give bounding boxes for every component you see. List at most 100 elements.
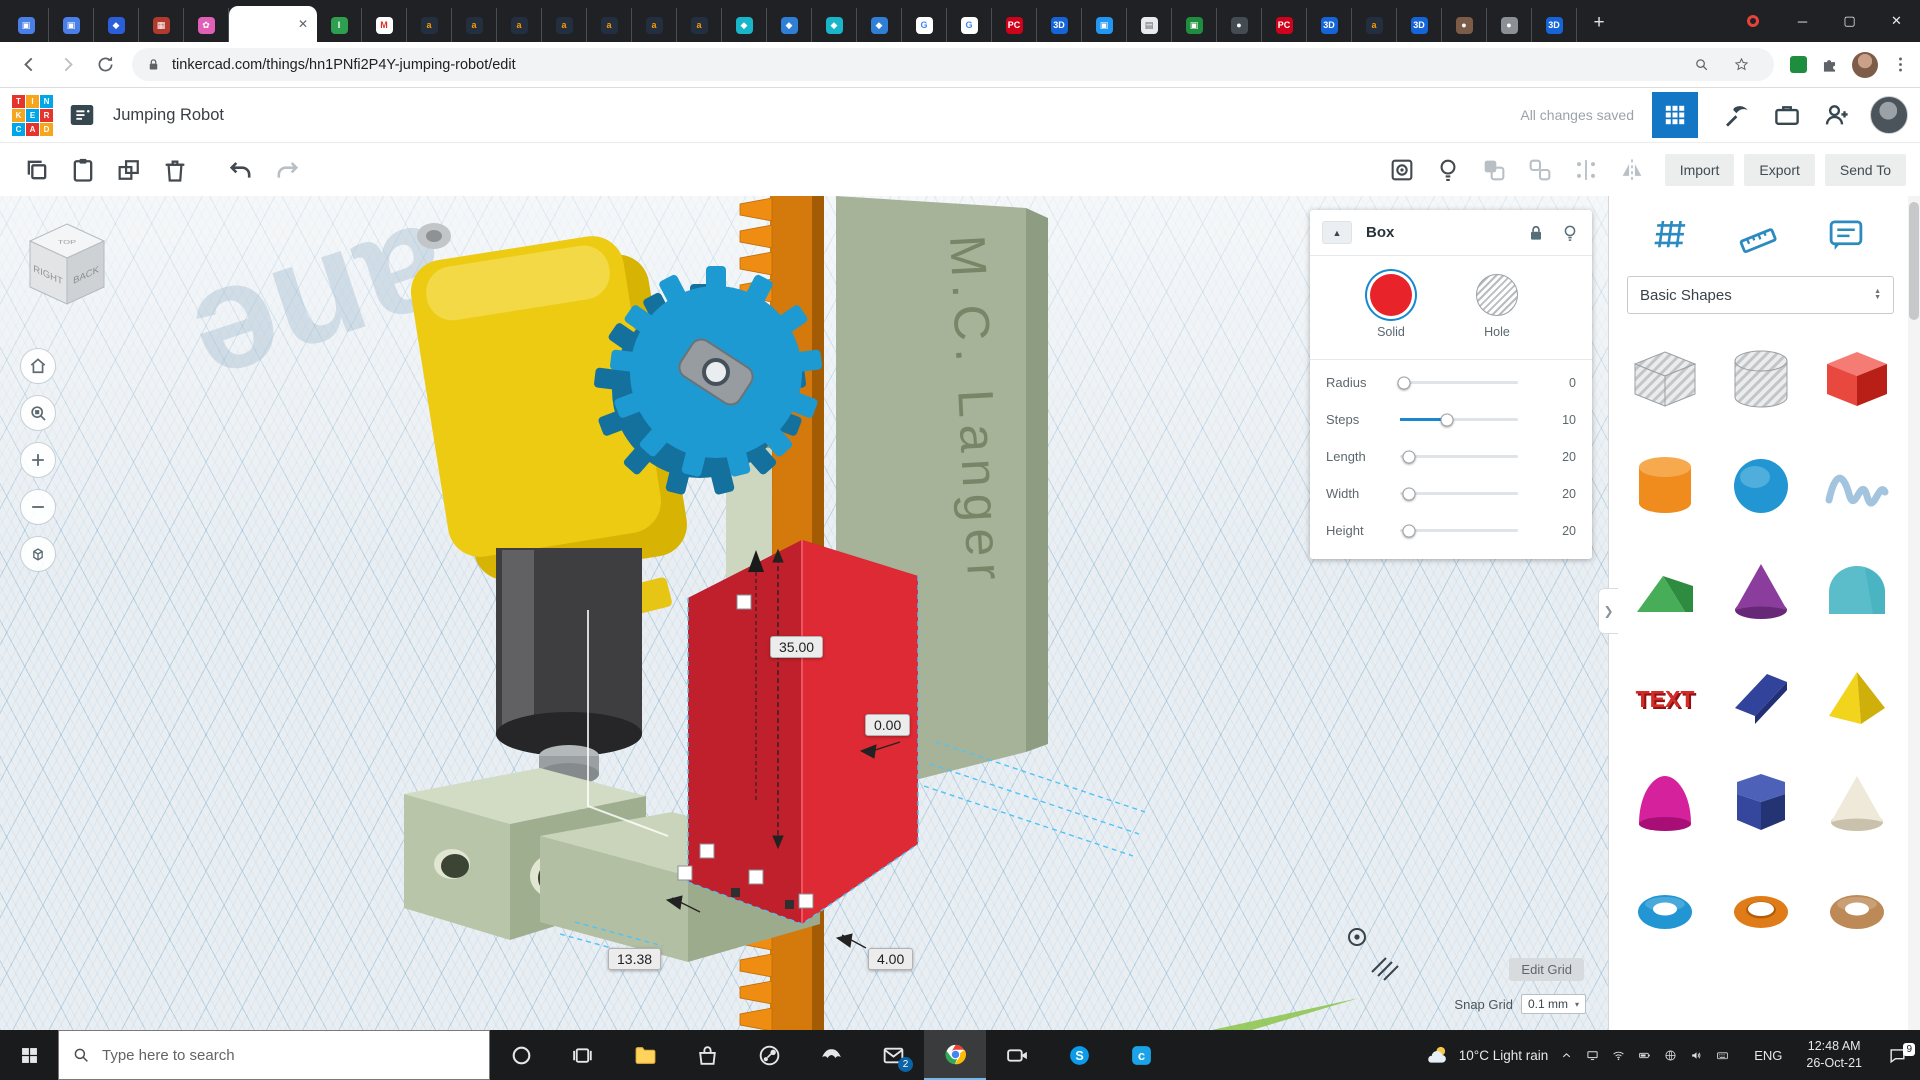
extension-icon[interactable] [1790, 56, 1807, 73]
design-title[interactable]: Jumping Robot [113, 106, 224, 125]
browser-tab[interactable]: ◆ [767, 8, 812, 42]
browser-tab[interactable]: G [902, 8, 947, 42]
dimension-elevation-field[interactable]: 0.00 [865, 714, 910, 736]
browser-tab[interactable]: 3D [1532, 8, 1577, 42]
scrollbar[interactable] [1908, 196, 1920, 1030]
dimension-width-field[interactable]: 4.00 [868, 948, 913, 970]
browser-tab[interactable]: a [677, 8, 722, 42]
browser-tab[interactable]: ▣ [1082, 8, 1127, 42]
model-motor-cylinder[interactable] [496, 548, 642, 810]
shape-category-select[interactable]: Basic Shapes ▲▼ [1627, 276, 1894, 314]
slider-knob[interactable] [1397, 376, 1410, 389]
taskbar-app-mail[interactable]: 2 [862, 1030, 924, 1080]
fit-view-button[interactable] [20, 395, 56, 431]
shape-round-roof[interactable] [1819, 554, 1895, 630]
snap-grid-select[interactable]: 0.1 mm▾ [1521, 994, 1586, 1014]
tray-expand-icon[interactable] [1560, 1047, 1586, 1064]
edit-grid-button[interactable]: Edit Grid [1509, 958, 1584, 981]
browser-tab[interactable]: a [632, 8, 677, 42]
taskbar-app-chrome[interactable] [924, 1030, 986, 1080]
taskbar-app-steam[interactable] [738, 1030, 800, 1080]
browser-tab[interactable]: ▤ [1127, 8, 1172, 42]
browser-tab-active[interactable]: ✕ [229, 6, 317, 42]
hole-swatch[interactable] [1476, 274, 1518, 316]
scrollbar-thumb[interactable] [1909, 202, 1919, 320]
browser-profile-avatar[interactable] [1852, 52, 1878, 78]
dimension-height-field[interactable]: 35.00 [770, 636, 823, 658]
browser-tab[interactable]: ▦ [139, 8, 184, 42]
taskbar-app-skype[interactable]: S [1048, 1030, 1110, 1080]
lightbulb-view-icon[interactable] [1434, 156, 1462, 184]
group-icon[interactable] [1480, 156, 1508, 184]
properties-list-icon[interactable] [67, 100, 97, 130]
forward-button[interactable] [50, 48, 84, 82]
mirror-icon[interactable] [1618, 156, 1646, 184]
zoom-out-button[interactable] [20, 489, 56, 525]
import-button[interactable]: Import [1665, 154, 1735, 186]
shape-cylinder[interactable] [1627, 448, 1703, 524]
browser-tab[interactable]: ▣ [4, 8, 49, 42]
show-all-icon[interactable] [1388, 156, 1416, 184]
shape-torus-knot[interactable] [1819, 872, 1895, 948]
solid-option[interactable]: Solid [1370, 274, 1412, 339]
hole-option[interactable]: Hole [1476, 274, 1518, 339]
browser-tab[interactable]: ◆ [812, 8, 857, 42]
add-user-icon[interactable] [1822, 100, 1852, 130]
taskbar-search[interactable]: Type here to search [58, 1030, 490, 1080]
browser-tab[interactable]: ● [1442, 8, 1487, 42]
window-close-button[interactable]: ✕ [1873, 0, 1920, 42]
inspector-collapse-button[interactable]: ▲ [1322, 221, 1352, 244]
send-to-button[interactable]: Send To [1825, 154, 1906, 186]
browser-tab[interactable]: ● [1217, 8, 1262, 42]
shape-tube[interactable] [1723, 872, 1799, 948]
duplicate-icon[interactable] [115, 156, 143, 184]
taskbar-app-folder[interactable] [614, 1030, 676, 1080]
browser-tab[interactable]: a [497, 8, 542, 42]
delete-icon[interactable] [161, 156, 189, 184]
home-view-button[interactable] [20, 348, 56, 384]
cortana-button[interactable] [490, 1030, 552, 1080]
ruler-tool-icon[interactable] [1736, 214, 1780, 256]
align-icon[interactable] [1572, 156, 1600, 184]
browser-tab[interactable]: a [587, 8, 632, 42]
browser-tab[interactable]: ✿ [184, 8, 229, 42]
undo-icon[interactable] [227, 156, 255, 184]
browser-tab[interactable]: a [407, 8, 452, 42]
briefcase-icon[interactable] [1772, 100, 1802, 130]
bookmark-star-icon[interactable] [1734, 57, 1749, 72]
task-view-button[interactable] [552, 1030, 614, 1080]
browser-tab[interactable]: 3D [1397, 8, 1442, 42]
slider-knob[interactable] [1403, 450, 1416, 463]
slider-knob[interactable] [1441, 413, 1454, 426]
browser-tab[interactable]: PC [992, 8, 1037, 42]
taskbar-app-camera[interactable] [986, 1030, 1048, 1080]
browser-tab[interactable]: a [1352, 8, 1397, 42]
shape-wedge[interactable] [1723, 660, 1799, 736]
slider-track[interactable] [1400, 492, 1518, 495]
new-tab-button[interactable]: + [1585, 9, 1613, 37]
network-tray-icon[interactable] [1664, 1047, 1690, 1064]
shape-pyramid[interactable] [1819, 660, 1895, 736]
browser-tab[interactable]: I [317, 8, 362, 42]
clock[interactable]: 12:48 AM 26-Oct-21 [1794, 1038, 1874, 1072]
taskbar-app-webex[interactable]: c [1110, 1030, 1172, 1080]
taskbar-app-store[interactable] [676, 1030, 738, 1080]
paste-icon[interactable] [69, 156, 97, 184]
action-center-button[interactable]: 9 [1874, 1046, 1920, 1065]
export-button[interactable]: Export [1744, 154, 1814, 186]
copy-icon[interactable] [23, 156, 51, 184]
shape-box-hole[interactable] [1627, 342, 1703, 418]
slider-track[interactable] [1400, 529, 1518, 532]
redo-icon[interactable] [273, 156, 301, 184]
hide-shape-bulb-icon[interactable] [1560, 223, 1580, 243]
perspective-toggle-button[interactable] [20, 536, 56, 572]
browser-tab[interactable]: a [452, 8, 497, 42]
slider-track[interactable] [1400, 418, 1518, 421]
tab-close-icon[interactable]: ✕ [298, 17, 308, 31]
shape-box[interactable] [1819, 342, 1895, 418]
shape-soft-cone[interactable] [1819, 766, 1895, 842]
dashboard-grid-button[interactable] [1652, 92, 1698, 138]
ungroup-icon[interactable] [1526, 156, 1554, 184]
browser-tab[interactable]: a [542, 8, 587, 42]
dimension-length-field[interactable]: 13.38 [608, 948, 661, 970]
